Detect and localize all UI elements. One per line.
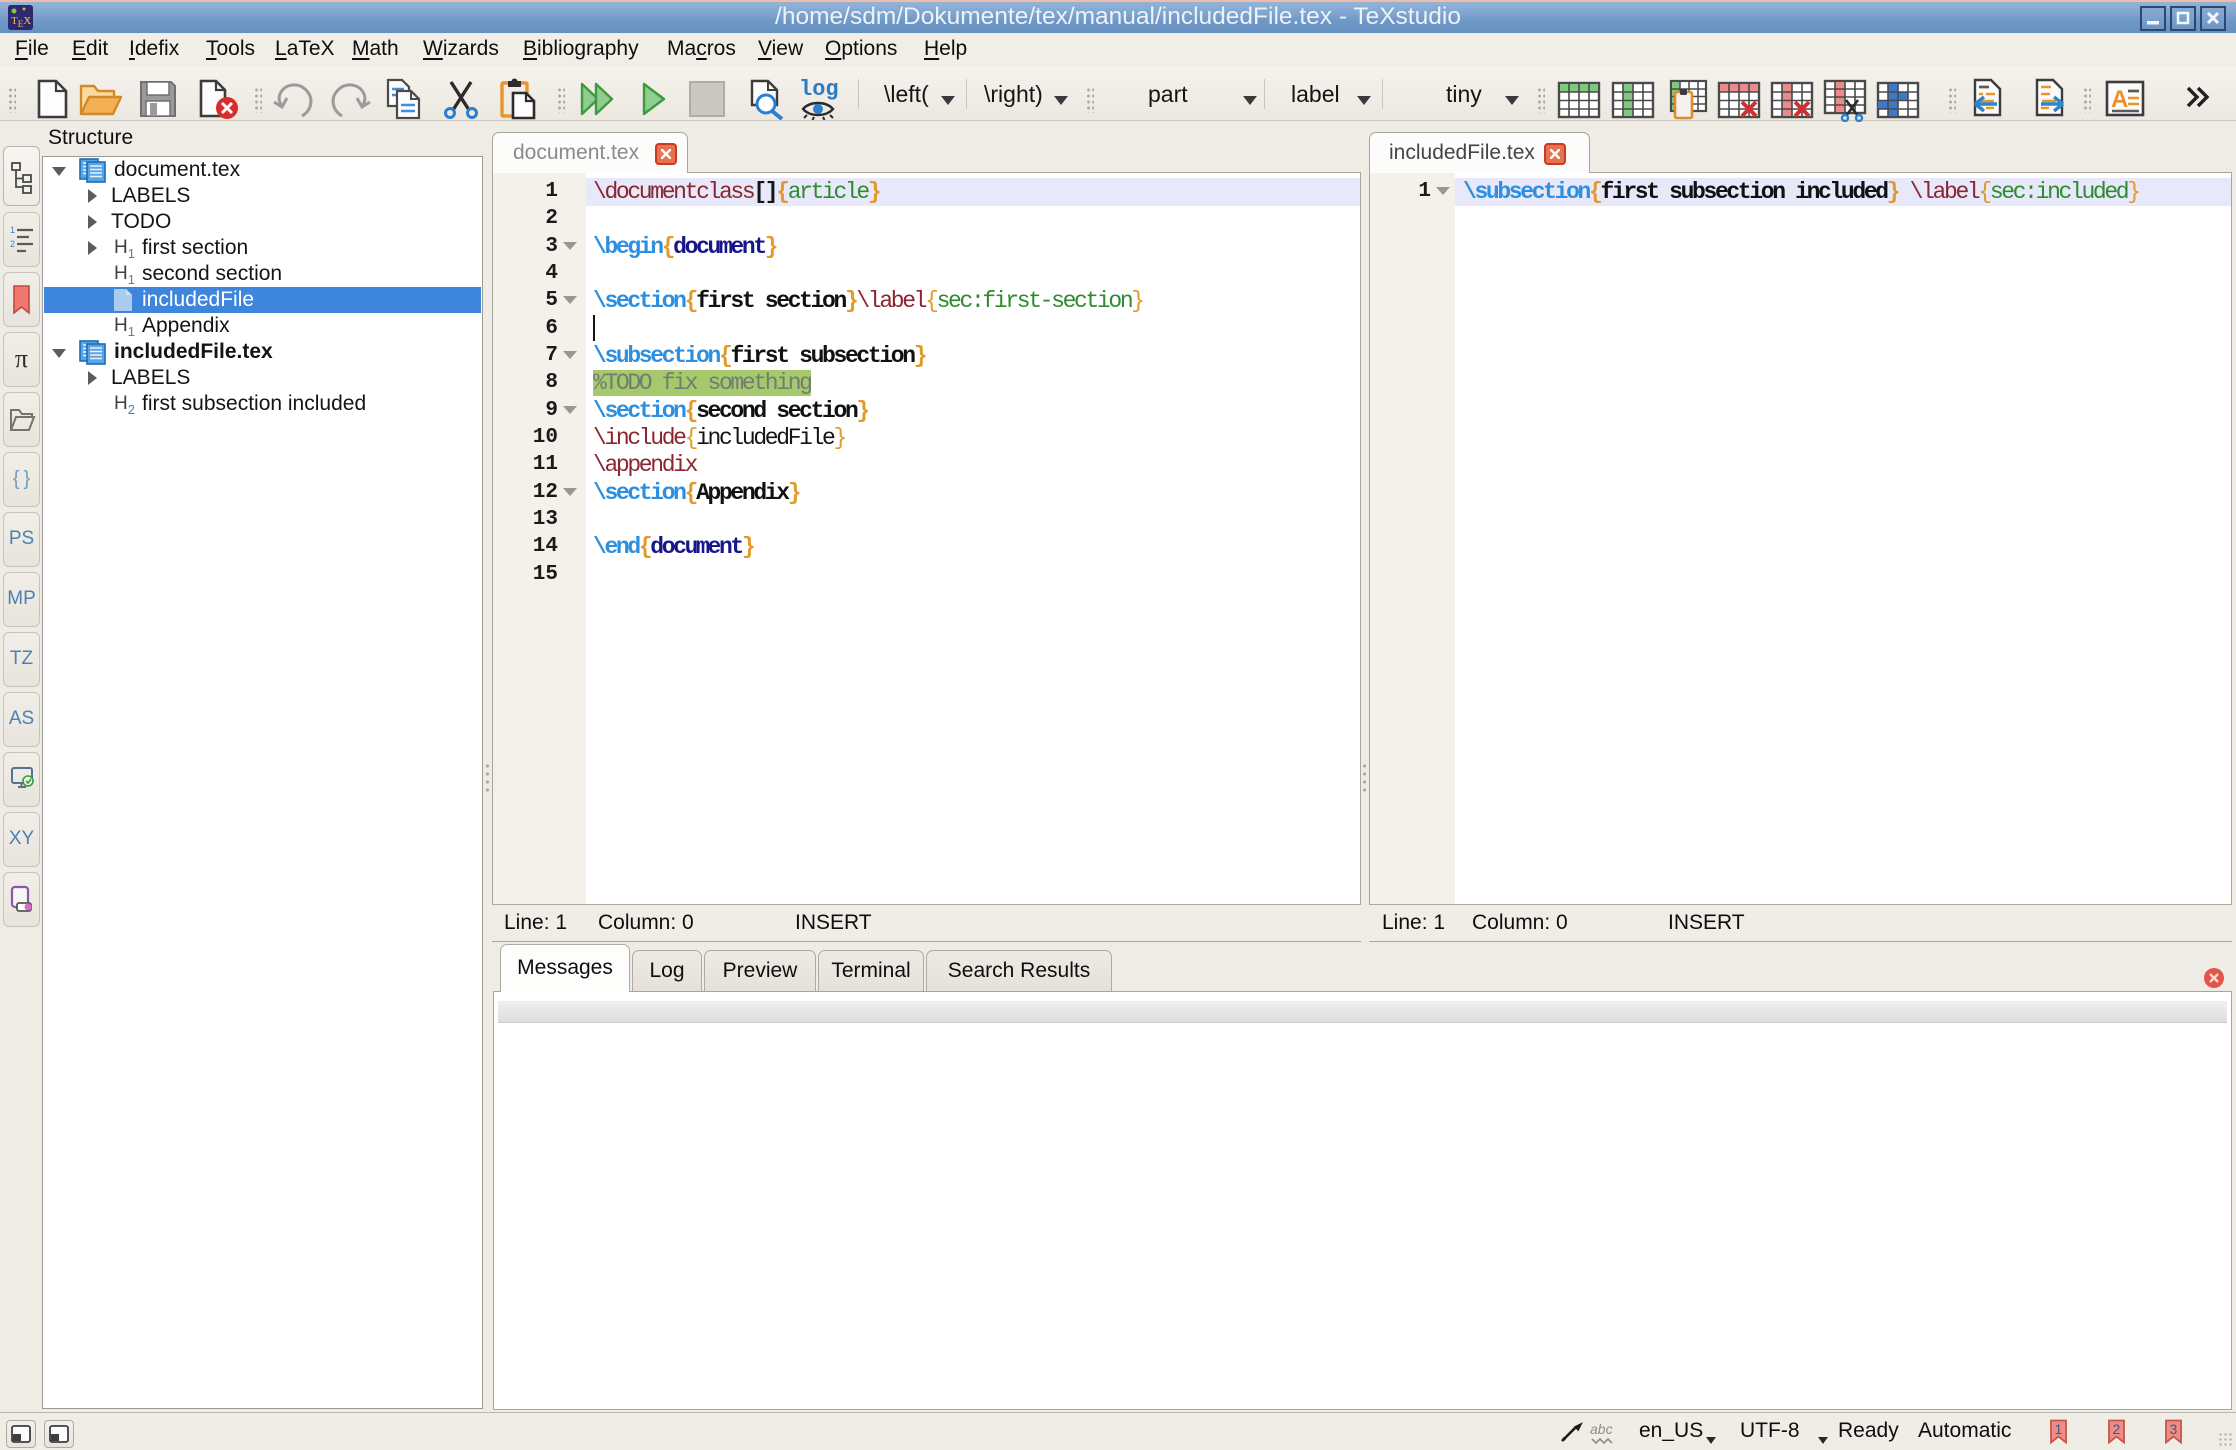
svg-text:3: 3 [2170, 1421, 2178, 1437]
svg-text:1: 1 [10, 225, 15, 235]
svg-text:log: log [799, 78, 839, 102]
svg-text:A: A [2111, 86, 2128, 113]
svg-text:abc: abc [1590, 1421, 1613, 1437]
svg-text:2: 2 [10, 239, 15, 249]
svg-text:1: 1 [2055, 1421, 2063, 1437]
svg-text:2: 2 [2113, 1421, 2121, 1437]
